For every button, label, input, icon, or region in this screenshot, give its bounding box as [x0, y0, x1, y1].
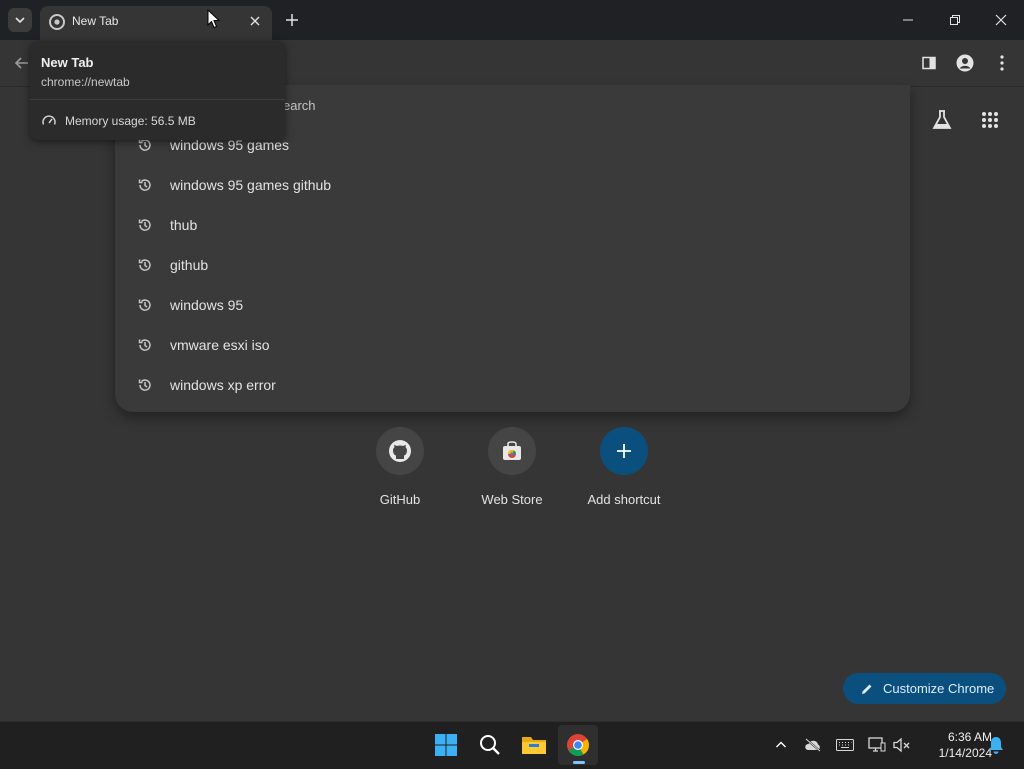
- tab-title: New Tab: [72, 14, 119, 28]
- history-icon: [138, 299, 151, 311]
- active-app-indicator: [573, 761, 585, 764]
- shortcut-icon-circle: [488, 427, 536, 475]
- chrome-taskbar-button[interactable]: [558, 725, 598, 765]
- mouse-cursor-icon: [207, 9, 221, 29]
- divider: [30, 99, 285, 100]
- shortcut-label: Web Store: [481, 492, 543, 507]
- tab-hover-card: New Tab chrome://newtab Memory usage: 56…: [30, 41, 285, 140]
- arrow-left-icon: [14, 57, 28, 69]
- suggestion-text: vmware esxi iso: [170, 337, 270, 353]
- side-panel-icon: [922, 56, 936, 70]
- history-icon: [138, 179, 151, 191]
- network-tray-icon[interactable]: [866, 734, 888, 756]
- close-icon: [250, 16, 260, 26]
- start-button[interactable]: [426, 725, 466, 765]
- web-store-icon: [503, 441, 521, 460]
- restore-button[interactable]: [943, 8, 967, 32]
- plus-icon: [617, 444, 631, 458]
- search-icon: [480, 735, 500, 755]
- shortcut-label: GitHub: [379, 492, 421, 507]
- show-hidden-icons-button[interactable]: [770, 734, 792, 756]
- suggestion-text: github: [170, 257, 209, 273]
- new-tab-button[interactable]: [282, 10, 302, 30]
- shortcut-web-store[interactable]: Web Store: [456, 427, 568, 517]
- flask-icon: [932, 110, 952, 129]
- history-icon: [138, 339, 151, 351]
- taskbar-search-button[interactable]: [470, 725, 510, 765]
- clock-time: 6:36 AM: [947, 730, 992, 744]
- shortcut-github[interactable]: GitHub: [344, 427, 456, 517]
- bell-icon: [989, 737, 1003, 754]
- history-icon: [138, 259, 151, 271]
- history-icon: [138, 219, 151, 231]
- chevron-up-icon: [776, 741, 786, 748]
- cloud-off-icon: [805, 738, 821, 752]
- suggestion-item[interactable]: thub: [115, 205, 910, 245]
- suggestion-text: thub: [170, 217, 198, 233]
- taskbar: 6:36 AM 1/14/2024: [0, 721, 1024, 769]
- shortcut-label: Add shortcut: [587, 492, 661, 507]
- suggestion-item[interactable]: windows 95: [115, 285, 910, 325]
- add-shortcut-button[interactable]: Add shortcut: [568, 427, 680, 517]
- windows-logo-icon: [435, 734, 457, 756]
- volume-muted-icon: [893, 737, 910, 753]
- chrome-icon: [49, 14, 65, 30]
- clock-date: 1/14/2024: [938, 746, 992, 760]
- close-window-button[interactable]: [989, 8, 1013, 32]
- chrome-icon: [567, 734, 589, 756]
- suggestion-item[interactable]: vmware esxi iso: [115, 325, 910, 365]
- tab-close-button[interactable]: [246, 12, 264, 30]
- suggestion-item[interactable]: windows 95 games github: [115, 165, 910, 205]
- close-icon: [995, 14, 1007, 26]
- folder-icon: [522, 737, 546, 754]
- profile-button[interactable]: [953, 51, 977, 75]
- network-icon: [868, 737, 886, 752]
- tab-search-button[interactable]: [8, 8, 32, 32]
- shortcut-icon-circle: [600, 427, 648, 475]
- minimize-icon: [903, 19, 913, 21]
- file-explorer-button[interactable]: [514, 725, 554, 765]
- search-hint-text: earch: [283, 98, 316, 113]
- menu-button[interactable]: [990, 51, 1014, 75]
- shortcut-icon-circle: [376, 427, 424, 475]
- suggestion-text: windows xp error: [170, 377, 276, 393]
- suggestion-text: windows 95: [170, 297, 244, 313]
- restore-icon: [950, 15, 960, 25]
- tab-new-tab[interactable]: New Tab: [40, 6, 272, 40]
- suggestion-item[interactable]: windows xp error: [115, 365, 910, 405]
- chevron-down-icon: [15, 17, 25, 24]
- memory-usage: Memory usage: 56.5 MB: [65, 114, 196, 128]
- tab-strip: New Tab: [0, 0, 1024, 40]
- github-icon: [389, 440, 411, 462]
- apps-grid-icon: [982, 112, 998, 128]
- google-apps-button[interactable]: [976, 106, 1004, 134]
- minimize-button[interactable]: [896, 8, 920, 32]
- history-icon: [138, 379, 151, 391]
- side-panel-button[interactable]: [917, 51, 941, 75]
- customize-chrome-button[interactable]: Customize Chrome: [843, 673, 1006, 704]
- more-vertical-icon: [1000, 55, 1004, 71]
- hover-card-title: New Tab: [41, 55, 94, 70]
- pencil-icon: [862, 684, 872, 694]
- customize-chrome-label: Customize Chrome: [883, 681, 995, 696]
- hover-card-url: chrome://newtab: [41, 75, 130, 89]
- keyboard-icon: [836, 739, 854, 751]
- onedrive-tray-icon[interactable]: [802, 734, 824, 756]
- gauge-icon: [42, 115, 56, 125]
- taskbar-clock[interactable]: 6:36 AM 1/14/2024: [916, 729, 992, 761]
- volume-tray-icon[interactable]: [891, 734, 913, 756]
- person-icon: [956, 54, 974, 72]
- suggestion-item[interactable]: github: [115, 245, 910, 285]
- suggestion-text: windows 95 games github: [170, 177, 332, 193]
- keyboard-tray-icon[interactable]: [834, 734, 856, 756]
- notifications-button[interactable]: [985, 734, 1007, 756]
- chrome-labs-button[interactable]: [928, 106, 956, 134]
- plus-icon: [286, 14, 298, 26]
